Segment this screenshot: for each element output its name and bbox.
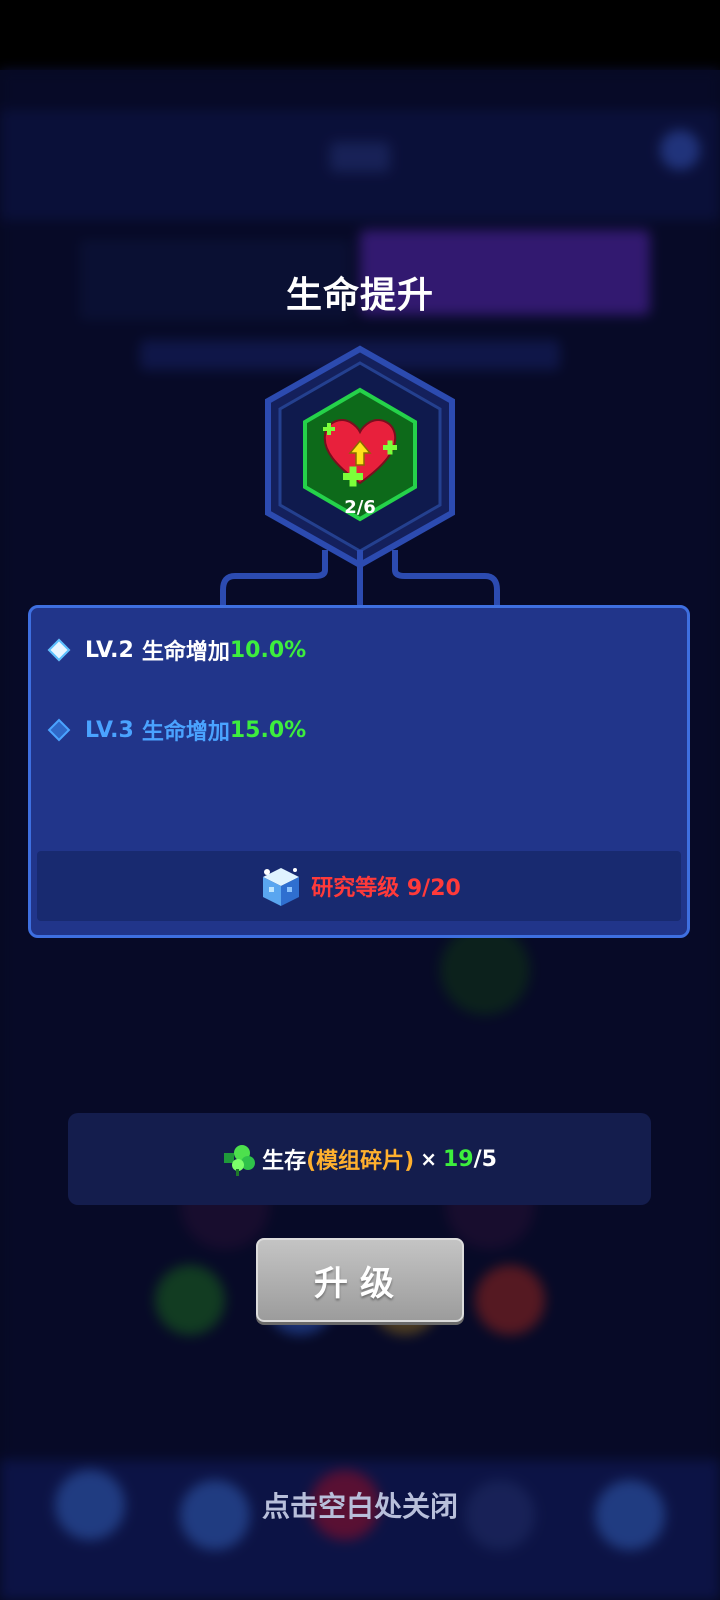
level-info-panel: LV.2 生命增加 10.0% LV.3 生命增加 15.0% 研究等级 9/2… (28, 605, 690, 938)
popup-title: 生命提升 (285, 275, 434, 316)
diamond-bullet-icon (47, 638, 71, 662)
diamond-bullet-icon (47, 718, 71, 742)
cost-owned: 19 (442, 1146, 474, 1172)
research-cube-icon (263, 868, 300, 906)
clover-fragment-icon (224, 1145, 256, 1176)
heart-up-icon (323, 419, 397, 487)
level-label: 生命增加 (141, 640, 230, 665)
status-bar (0, 0, 720, 70)
upgrade-button[interactable]: 升级 (256, 1238, 464, 1322)
level-value: 15.0% (229, 717, 307, 743)
requirement-text: 研究等级 9/20 (311, 876, 461, 901)
close-hint[interactable]: 点击空白处关闭 (0, 1485, 720, 1525)
level-row-current: LV.2 生命增加 10.0% (47, 630, 307, 670)
node-connector (220, 550, 500, 610)
node-progress: 2/6 (344, 497, 376, 518)
skill-node: 2/6 (260, 345, 460, 570)
level-row-next: LV.3 生命增加 15.0% (47, 710, 307, 750)
research-requirement: 研究等级 9/20 (37, 851, 681, 921)
level-value: 10.0% (229, 637, 307, 663)
cost-item-name: 生存 (262, 1149, 307, 1174)
level-tag: LV.3 (85, 717, 134, 743)
cost-item-type: (模组碎片) (306, 1149, 415, 1174)
upgrade-cost: 生存 (模组碎片) × 19 /5 (68, 1113, 651, 1205)
cost-required: /5 (473, 1146, 497, 1172)
level-label: 生命增加 (141, 720, 230, 745)
level-tag: LV.2 (85, 637, 134, 663)
cost-multiply: × (420, 1147, 437, 1171)
